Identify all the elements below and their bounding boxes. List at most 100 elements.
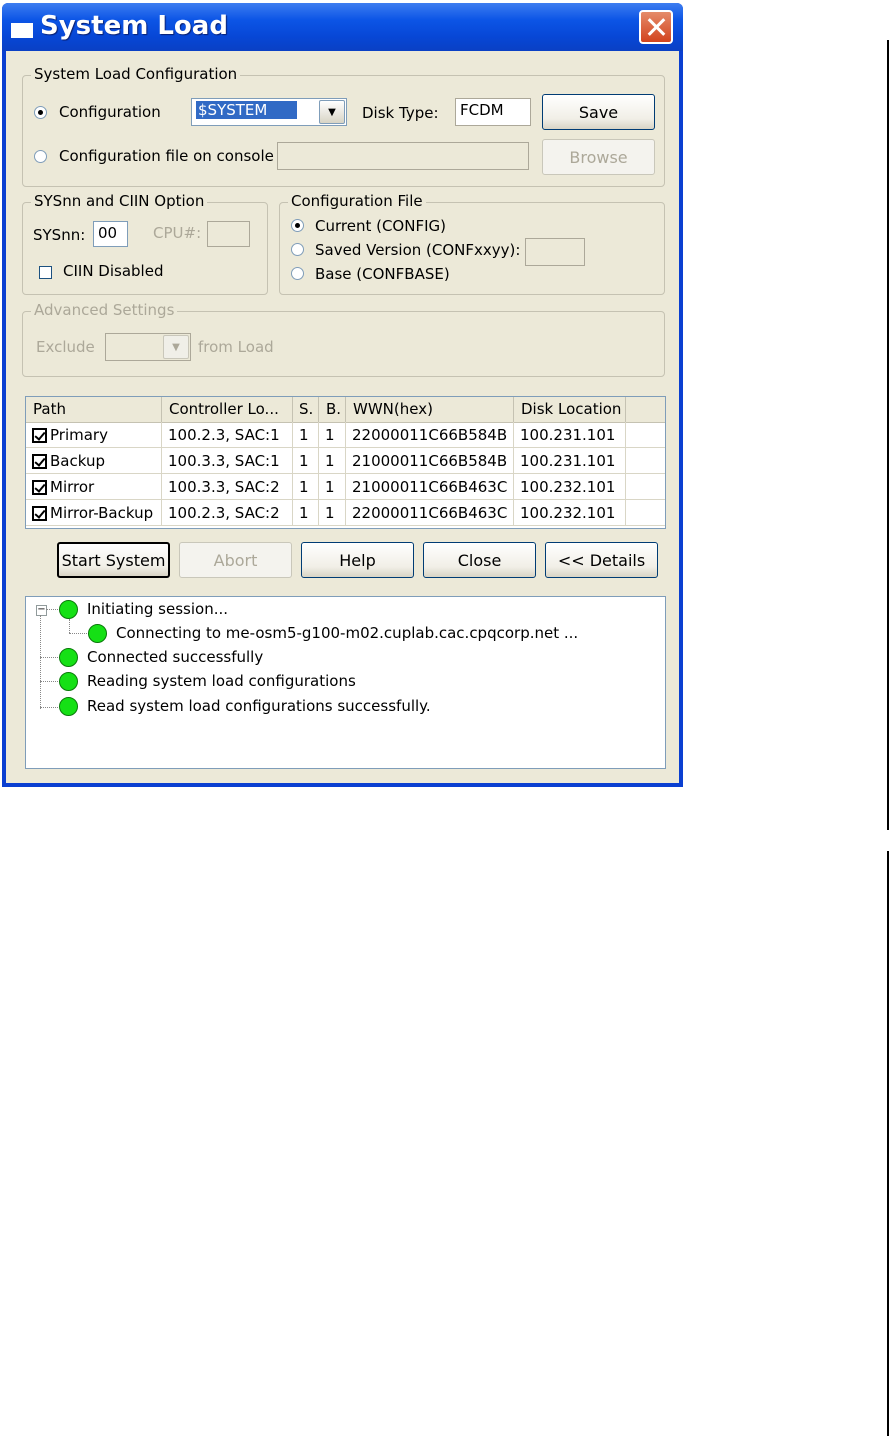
advanced-group: Advanced Settings Exclude ▼ from Load — [22, 301, 665, 377]
path-label: Mirror — [50, 478, 95, 496]
paths-table[interactable]: Path Controller Lo... S. B. WWN(hex) Dis… — [25, 396, 666, 529]
disk-location-cell: 100.232.101 — [514, 474, 626, 500]
radio-saved-label: Saved Version (CONFxxyy): — [315, 241, 521, 259]
b-cell: 1 — [319, 474, 346, 500]
radio-saved-version[interactable] — [291, 243, 304, 256]
chevron-down-icon[interactable]: ▼ — [163, 335, 189, 359]
log-item: Reading system load configurations — [87, 672, 356, 690]
advanced-group-legend: Advanced Settings — [31, 301, 178, 319]
log-item: Initiating session... — [87, 600, 229, 618]
config-file-group-legend: Configuration File — [288, 192, 426, 210]
path-label: Backup — [50, 452, 105, 470]
s-cell: 1 — [293, 500, 319, 526]
path-cell: Mirror — [26, 474, 162, 500]
radio-configuration[interactable] — [34, 106, 47, 119]
status-log-tree[interactable]: − Initiating session... Connecting to me… — [25, 596, 666, 769]
path-cell: Primary — [26, 422, 162, 448]
col-header-controller[interactable]: Controller Lo... — [162, 397, 293, 422]
browse-button[interactable]: Browse — [542, 139, 655, 175]
controller-cell: 100.3.3, SAC:2 — [162, 474, 293, 500]
col-header-spacer — [626, 397, 665, 422]
exclude-select[interactable]: ▼ — [105, 333, 191, 361]
sysnn-group: SYSnn and CIIN Option SYSnn: 00 CPU#: CI… — [22, 192, 268, 295]
radio-config-file[interactable] — [34, 150, 47, 163]
table-row[interactable]: Mirror-Backup 100.2.3, SAC:2 1 1 2200001… — [26, 500, 665, 526]
log-item: Read system load configurations successf… — [87, 697, 431, 715]
disk-type-field: FCDM — [455, 98, 531, 126]
tree-connector — [69, 619, 70, 633]
page-edge-line-top — [887, 40, 889, 830]
log-item: Connecting to me-osm5-g100-m02.cuplab.ca… — [116, 624, 579, 642]
collapse-icon[interactable]: − — [36, 605, 47, 616]
col-header-s[interactable]: S. — [293, 397, 319, 422]
table-row[interactable]: Mirror 100.3.3, SAC:2 1 1 21000011C66B46… — [26, 474, 665, 500]
configuration-select[interactable]: $SYSTEM ▼ — [191, 98, 347, 126]
spacer-cell — [626, 448, 665, 474]
system-load-window: System Load System Load Configuration Co… — [2, 3, 683, 787]
disk-location-cell: 100.232.101 — [514, 500, 626, 526]
cpu-input[interactable] — [207, 221, 250, 247]
chevron-down-icon[interactable]: ▼ — [319, 100, 345, 124]
saved-version-input[interactable] — [525, 238, 585, 266]
ciin-disabled-checkbox[interactable] — [39, 266, 52, 279]
config-file-input[interactable] — [277, 142, 529, 170]
ciin-disabled-label: CIIN Disabled — [63, 262, 164, 280]
wwn-cell: 21000011C66B584B — [346, 448, 514, 474]
radio-current-label: Current (CONFIG) — [315, 217, 446, 235]
tree-connector — [46, 609, 58, 610]
start-system-button[interactable]: Start System — [57, 542, 170, 578]
path-checkbox[interactable] — [32, 480, 47, 495]
help-button[interactable]: Help — [301, 542, 414, 578]
details-button[interactable]: << Details — [545, 542, 658, 578]
status-ok-icon — [88, 624, 107, 643]
tree-connector — [40, 615, 41, 709]
b-cell: 1 — [319, 500, 346, 526]
disk-type-label: Disk Type: — [362, 104, 439, 122]
b-cell: 1 — [319, 422, 346, 448]
radio-config-file-label: Configuration file on console — [59, 147, 274, 165]
config-group: System Load Configuration Configuration … — [22, 65, 665, 187]
save-button[interactable]: Save — [542, 94, 655, 130]
status-ok-icon — [59, 697, 78, 716]
exclude-label: Exclude — [36, 338, 95, 356]
table-row[interactable]: Primary 100.2.3, SAC:1 1 1 22000011C66B5… — [26, 422, 665, 448]
radio-base-config[interactable] — [291, 267, 304, 280]
disk-location-cell: 100.231.101 — [514, 448, 626, 474]
abort-button[interactable]: Abort — [179, 542, 292, 578]
path-checkbox[interactable] — [32, 506, 47, 521]
page-edge-line-bottom — [887, 851, 889, 1436]
window-title: System Load — [40, 11, 228, 41]
path-label: Primary — [50, 426, 108, 444]
status-ok-icon — [59, 648, 78, 667]
log-item: Connected successfully — [87, 648, 264, 666]
from-load-label: from Load — [198, 338, 274, 356]
sysnn-input[interactable]: 00 — [93, 221, 128, 247]
status-ok-icon — [59, 600, 78, 619]
dialog-body: System Load Configuration Configuration … — [6, 51, 679, 783]
configuration-select-value: $SYSTEM — [196, 101, 298, 119]
tree-connector — [40, 681, 58, 682]
path-checkbox[interactable] — [32, 454, 47, 469]
col-header-disk-location[interactable]: Disk Location — [514, 397, 626, 422]
config-file-group: Configuration File Current (CONFIG) Save… — [279, 192, 665, 295]
cpu-label: CPU#: — [153, 224, 202, 242]
close-icon[interactable] — [639, 10, 673, 44]
path-checkbox[interactable] — [32, 428, 47, 443]
spacer-cell — [626, 500, 665, 526]
close-button[interactable]: Close — [423, 542, 536, 578]
spacer-cell — [626, 474, 665, 500]
controller-cell: 100.2.3, SAC:2 — [162, 500, 293, 526]
tree-connector — [40, 707, 58, 708]
sysnn-group-legend: SYSnn and CIIN Option — [31, 192, 208, 210]
tree-connector — [40, 657, 58, 658]
col-header-path[interactable]: Path — [26, 397, 162, 422]
col-header-wwn[interactable]: WWN(hex) — [346, 397, 514, 422]
sysnn-label: SYSnn: — [33, 226, 86, 244]
table-row[interactable]: Backup 100.3.3, SAC:1 1 1 21000011C66B58… — [26, 448, 665, 474]
s-cell: 1 — [293, 474, 319, 500]
col-header-b[interactable]: B. — [319, 397, 346, 422]
title-bar[interactable]: System Load — [2, 3, 683, 51]
b-cell: 1 — [319, 448, 346, 474]
controller-cell: 100.2.3, SAC:1 — [162, 422, 293, 448]
radio-current-config[interactable] — [291, 219, 304, 232]
